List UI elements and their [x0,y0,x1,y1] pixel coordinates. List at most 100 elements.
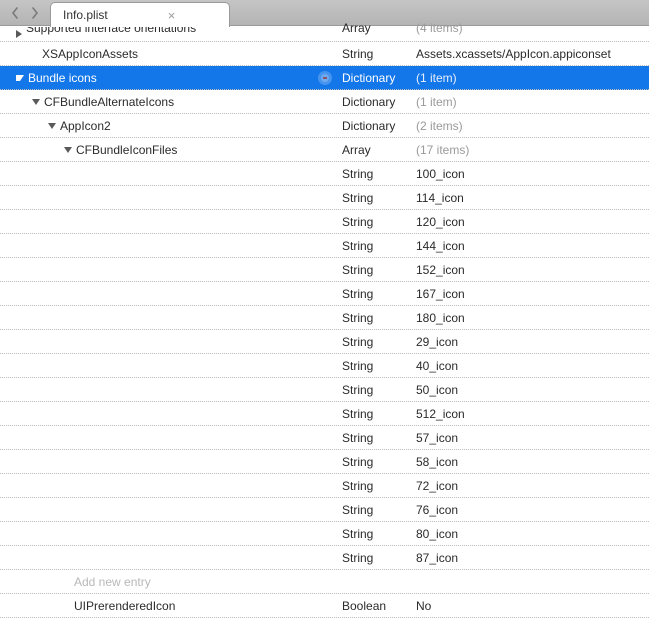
disclosure-down-icon[interactable] [16,75,24,81]
value-cell[interactable]: 87_icon [412,551,649,565]
value-cell[interactable]: 144_icon [412,239,649,253]
disclosure-down-icon[interactable] [48,123,56,129]
key-cell[interactable]: UIPrerenderedIcon [0,599,338,613]
type-cell[interactable]: Boolean [338,599,412,613]
type-cell[interactable]: String [338,431,412,445]
plist-row[interactable]: String40_icon [0,354,649,378]
plist-row[interactable]: String87_icon [0,546,649,570]
type-cell[interactable]: String [338,239,412,253]
plist-row[interactable]: String512_icon [0,402,649,426]
plist-grid: Supported interface orientationsArray(4 … [0,26,649,618]
plist-row[interactable]: CFBundleIconFiles Array(17 items) [0,138,649,162]
plist-row[interactable]: String100_icon [0,162,649,186]
plist-row[interactable]: String50_icon [0,378,649,402]
value-cell[interactable]: (2 items) [412,119,649,133]
value-cell[interactable]: (1 item) [412,95,649,109]
type-cell[interactable]: Array [338,143,412,157]
plist-row[interactable]: String180_icon [0,306,649,330]
key-label: Add new entry [74,575,151,589]
type-cell[interactable]: String [338,503,412,517]
value-cell[interactable]: (1 item) [412,71,649,85]
value-cell[interactable]: 58_icon [412,455,649,469]
value-cell[interactable]: 29_icon [412,335,649,349]
key-cell[interactable]: Supported interface orientations [0,27,338,41]
plist-row[interactable]: String29_icon [0,330,649,354]
type-cell[interactable]: Dictionary [338,71,412,85]
key-label: CFBundleIconFiles [76,143,177,157]
disclosure-right-icon[interactable] [16,30,22,38]
nav-forward-button[interactable] [26,4,44,22]
plist-row[interactable]: XSAppIconAssets StringAssets.xcassets/App… [0,42,649,66]
type-cell[interactable]: String [338,287,412,301]
value-cell[interactable]: 72_icon [412,479,649,493]
plist-row[interactable]: String76_icon [0,498,649,522]
value-cell[interactable]: 50_icon [412,383,649,397]
value-cell[interactable]: 180_icon [412,311,649,325]
key-cell[interactable]: AppIcon2 [0,119,338,133]
type-cell[interactable]: String [338,383,412,397]
key-cell[interactable]: CFBundleAlternateIcons [0,95,338,109]
plist-row[interactable]: String144_icon [0,234,649,258]
type-cell[interactable]: String [338,455,412,469]
type-cell[interactable]: String [338,527,412,541]
type-cell[interactable]: String [338,359,412,373]
type-cell[interactable]: String [338,191,412,205]
chevron-left-icon [11,7,19,19]
delete-row-icon[interactable] [318,71,332,85]
value-cell[interactable]: Assets.xcassets/AppIcon.appiconset [412,47,649,61]
type-cell[interactable]: String [338,167,412,181]
disclosure-down-icon[interactable] [64,147,72,153]
type-cell[interactable]: String [338,47,412,61]
key-label: AppIcon2 [60,119,111,133]
key-label: XSAppIconAssets [42,47,138,61]
type-cell[interactable]: String [338,311,412,325]
type-cell[interactable]: Dictionary [338,95,412,109]
plist-row[interactable]: String72_icon [0,474,649,498]
type-cell[interactable]: String [338,263,412,277]
value-cell[interactable]: No [412,599,649,613]
plist-row[interactable]: String57_icon [0,426,649,450]
plist-row[interactable]: String58_icon [0,450,649,474]
key-cell[interactable]: XSAppIconAssets [0,47,338,61]
plist-row[interactable]: String120_icon [0,210,649,234]
value-cell[interactable]: 76_icon [412,503,649,517]
type-cell[interactable]: String [338,551,412,565]
type-cell[interactable]: Array [338,21,412,35]
value-cell[interactable]: 120_icon [412,215,649,229]
file-tab[interactable]: Info.plist × [50,2,230,27]
value-cell[interactable]: 512_icon [412,407,649,421]
plist-row[interactable]: String167_icon [0,282,649,306]
type-cell[interactable]: String [338,215,412,229]
value-cell[interactable]: (17 items) [412,143,649,157]
value-cell[interactable]: 57_icon [412,431,649,445]
chevron-right-icon [31,7,39,19]
disclosure-down-icon[interactable] [32,99,40,105]
plist-row[interactable]: UIPrerenderedIconBooleanNo [0,594,649,618]
key-cell[interactable]: Bundle icons [0,71,338,85]
plist-row[interactable]: String152_icon [0,258,649,282]
key-cell[interactable]: Add new entry [0,575,338,589]
plist-row[interactable]: Bundle iconsDictionary(1 item) [0,66,649,90]
type-cell[interactable]: String [338,335,412,349]
value-cell[interactable]: 152_icon [412,263,649,277]
plist-row[interactable]: CFBundleAlternateIcons Dictionary(1 item) [0,90,649,114]
key-label: CFBundleAlternateIcons [44,95,174,109]
type-cell[interactable]: String [338,479,412,493]
value-cell[interactable]: (4 items) [412,21,649,35]
plist-row[interactable]: Add new entry [0,570,649,594]
plist-row[interactable]: Supported interface orientationsArray(4 … [0,26,649,42]
close-icon[interactable]: × [168,9,176,22]
plist-row[interactable]: String114_icon [0,186,649,210]
plist-row[interactable]: AppIcon2 Dictionary(2 items) [0,114,649,138]
nav-back-button[interactable] [6,4,24,22]
value-cell[interactable]: 80_icon [412,527,649,541]
nav-buttons [0,0,50,25]
type-cell[interactable]: String [338,407,412,421]
type-cell[interactable]: Dictionary [338,119,412,133]
value-cell[interactable]: 40_icon [412,359,649,373]
key-cell[interactable]: CFBundleIconFiles [0,143,338,157]
value-cell[interactable]: 114_icon [412,191,649,205]
value-cell[interactable]: 167_icon [412,287,649,301]
value-cell[interactable]: 100_icon [412,167,649,181]
plist-row[interactable]: String80_icon [0,522,649,546]
